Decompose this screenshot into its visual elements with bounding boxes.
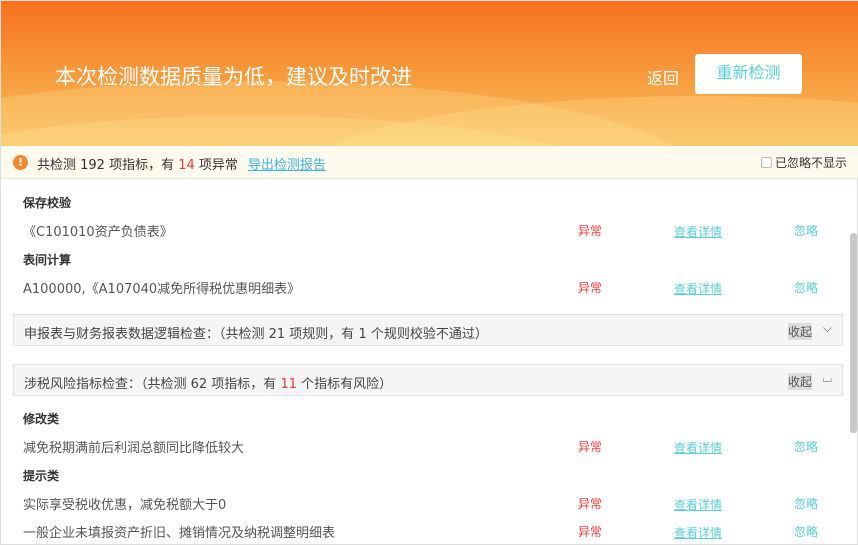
collapse-button[interactable]: 收起 bbox=[787, 323, 812, 340]
ignore-link[interactable]: 忽略 bbox=[794, 438, 818, 455]
summary-text: 共检测 192 项指标，有 14 项异常 导出检测报告 bbox=[37, 158, 326, 173]
result-title: 本次检测数据质量为低，建议及时改进 bbox=[55, 65, 412, 89]
chevron-up-icon[interactable]: ⌴ bbox=[822, 371, 832, 386]
ignore-link[interactable]: 忽略 bbox=[794, 222, 818, 239]
view-details-link[interactable]: 查看详情 bbox=[674, 524, 722, 541]
back-link[interactable]: 返回 bbox=[647, 65, 679, 89]
status-abnormal: 异常 bbox=[578, 224, 603, 238]
row-label: 实际享受税收优惠，减免税额大于0 bbox=[23, 497, 227, 513]
view-details-link[interactable]: 查看详情 bbox=[674, 223, 722, 240]
view-details-link[interactable]: 查看详情 bbox=[674, 280, 722, 297]
view-details-link[interactable]: 查看详情 bbox=[674, 496, 722, 513]
hide-ignored-checkbox[interactable]: 已忽略不显示 bbox=[760, 154, 847, 171]
collapse-button[interactable]: 收起 bbox=[787, 373, 812, 390]
row-label: 《C101010资产负债表》 bbox=[23, 225, 173, 240]
row-label: A100000,《A107040减免所得税优惠明细表》 bbox=[23, 281, 301, 297]
row-label: 一般企业未填报资产折旧、摊销情况及纳税调整明细表 bbox=[23, 526, 336, 541]
status-abnormal: 异常 bbox=[578, 280, 603, 295]
summary-bar: ! 共检测 192 项指标，有 14 项异常 导出检测报告 已忽略不显示 bbox=[1, 146, 858, 179]
group-heading: 提示类 bbox=[23, 468, 60, 483]
group-heading: 保存校验 bbox=[23, 196, 72, 210]
abnormal-count: 14 bbox=[178, 158, 195, 173]
warning-icon: ! bbox=[13, 155, 28, 170]
panel-title: 申报表与财务报表数据逻辑检查：（共检测 21 项规则，有 1 个规则校验不通过） bbox=[24, 327, 488, 342]
view-details-link[interactable]: 查看详情 bbox=[674, 439, 722, 456]
status-abnormal: 异常 bbox=[578, 440, 603, 454]
checkbox-icon[interactable] bbox=[760, 157, 772, 168]
row-label: 减免税期满前后利润总额同比降低较大 bbox=[23, 441, 245, 456]
panel-tax-risk[interactable]: 涉税风险指标检查：（共检测 62 项指标，有 11 个指标有风险） 收起 ⌴ bbox=[13, 364, 843, 396]
result-header: 本次检测数据质量为低，建议及时改进 返回 重新检测 bbox=[1, 1, 858, 146]
status-abnormal: 异常 bbox=[578, 525, 603, 539]
chevron-down-icon[interactable]: ⌵ bbox=[823, 321, 832, 336]
group-heading: 表间计算 bbox=[23, 252, 72, 267]
recheck-button[interactable]: 重新检测 bbox=[695, 54, 802, 94]
export-report-link[interactable]: 导出检测报告 bbox=[248, 158, 326, 173]
status-abnormal: 异常 bbox=[578, 496, 603, 511]
ignore-link[interactable]: 忽略 bbox=[794, 279, 818, 296]
group-heading: 修改类 bbox=[23, 412, 60, 426]
risk-count: 11 bbox=[280, 377, 297, 392]
ignore-link[interactable]: 忽略 bbox=[794, 495, 818, 512]
panel-logic-check[interactable]: 申报表与财务报表数据逻辑检查：（共检测 21 项规则，有 1 个规则校验不通过）… bbox=[13, 314, 843, 346]
scrollbar[interactable] bbox=[850, 233, 857, 433]
panel-title: 涉税风险指标检查：（共检测 62 项指标，有 11 个指标有风险） bbox=[24, 377, 393, 392]
ignore-link[interactable]: 忽略 bbox=[794, 523, 818, 540]
